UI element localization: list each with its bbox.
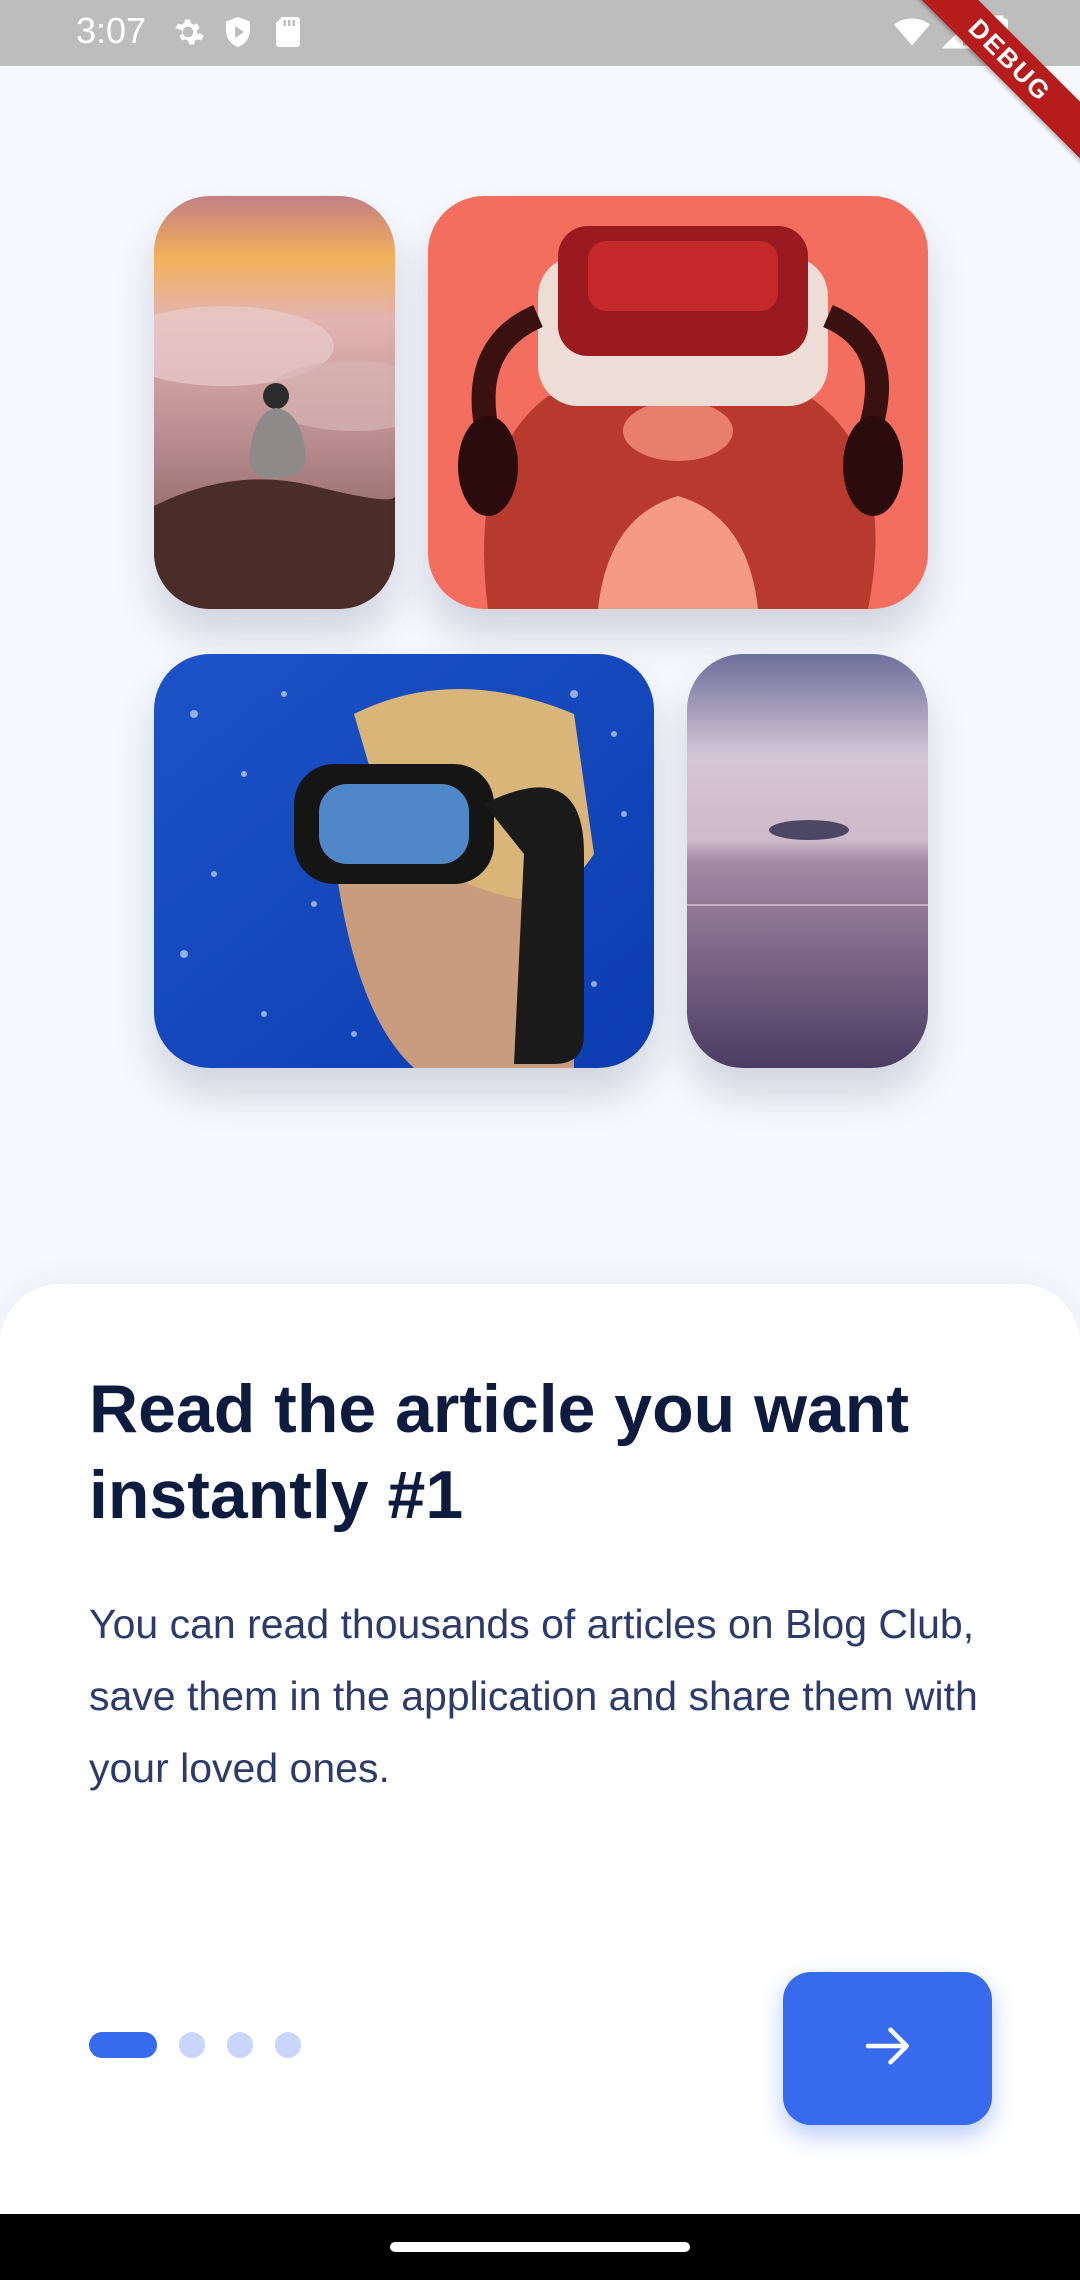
gear-icon <box>170 14 206 55</box>
ocean-horizon-photo <box>687 654 928 1068</box>
shield-play-icon <box>220 14 256 55</box>
home-gesture-handle[interactable] <box>390 2242 690 2252</box>
page-indicator <box>89 2032 301 2058</box>
person-on-mountain-clouds-photo <box>154 196 395 609</box>
vr-headset-photo <box>428 196 928 609</box>
page-title: Read the article you want instantly #1 <box>89 1371 909 1533</box>
status-bar: 3:07 <box>0 0 1080 66</box>
system-navigation-bar <box>0 2214 1080 2280</box>
status-time: 3:07 <box>76 10 147 51</box>
page-description: You can read thousands of articles on Bl… <box>89 1601 978 1791</box>
snorkel-diver-photo <box>154 654 654 1068</box>
page-indicator-dot-active <box>89 2032 157 2058</box>
sd-card-icon <box>270 14 306 55</box>
page-indicator-dot <box>275 2032 301 2058</box>
page-indicator-dot <box>179 2032 205 2058</box>
next-button[interactable] <box>783 1972 992 2125</box>
arrow-right-icon <box>858 2016 918 2081</box>
wifi-icon <box>892 14 932 55</box>
page-indicator-dot <box>227 2032 253 2058</box>
onboarding-sheet: Read the article you want instantly #1 Y… <box>0 1284 1080 2214</box>
